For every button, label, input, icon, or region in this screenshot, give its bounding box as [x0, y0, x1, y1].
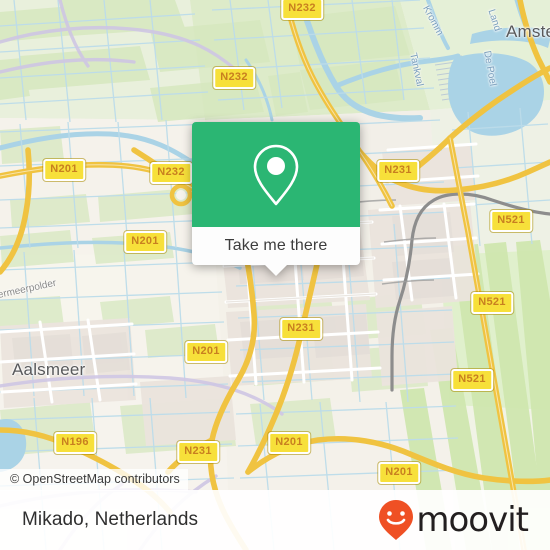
road-shield-n231-right[interactable]: N231: [377, 160, 419, 182]
take-me-there-label: Take me there: [224, 237, 328, 254]
road-shield-n196[interactable]: N196: [54, 432, 96, 454]
road-shield-n521-lower[interactable]: N521: [451, 369, 493, 391]
moovit-smiley-pin-icon: [379, 500, 414, 540]
road-shield-n231-center[interactable]: N231: [280, 318, 322, 340]
road-shield-n201-mid[interactable]: N201: [124, 231, 166, 253]
road-shield-n232-left[interactable]: N232: [150, 162, 192, 184]
place-title: Mikado, Netherlands: [22, 509, 199, 530]
osm-attribution[interactable]: © OpenStreetMap contributors: [0, 469, 188, 491]
road-shield-n201-left[interactable]: N201: [43, 159, 85, 181]
moovit-brand[interactable]: moovit: [378, 499, 529, 541]
road-shield-n201-bottom-right[interactable]: N201: [378, 462, 420, 484]
moovit-map-screen: Aalsmeer Amstel Tankval De Poel Kromm La…: [0, 0, 550, 550]
location-callout[interactable]: Take me there: [192, 122, 360, 276]
road-shield-n521-mid[interactable]: N521: [471, 292, 513, 314]
callout-action-area[interactable]: Take me there: [192, 227, 360, 276]
road-shield-n201-lower[interactable]: N201: [185, 341, 227, 363]
road-shield-n201-bottom-mid[interactable]: N201: [268, 432, 310, 454]
callout-tail: [265, 265, 287, 276]
callout-icon-area: [192, 122, 360, 227]
map-pin-icon: [253, 144, 299, 205]
bottom-bar: Mikado, Netherlands moovit: [0, 490, 550, 550]
road-shield-n232-top[interactable]: N232: [281, 0, 323, 20]
road-shield-n521-upper[interactable]: N521: [490, 210, 532, 232]
road-shield-n231-bottom[interactable]: N231: [177, 441, 219, 463]
road-shield-n232-upper[interactable]: N232: [213, 67, 255, 89]
moovit-wordmark: moovit: [416, 500, 529, 540]
